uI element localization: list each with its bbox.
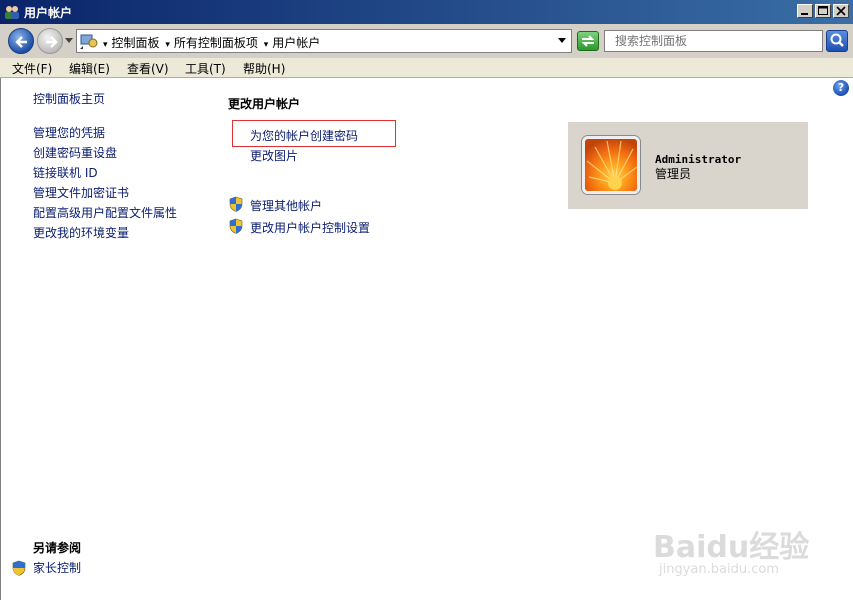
menu-view[interactable]: 查看(V) xyxy=(127,60,169,77)
search-icon xyxy=(830,33,844,47)
refresh-icon xyxy=(581,35,595,47)
sidebar-link-environment-vars[interactable]: 更改我的环境变量 xyxy=(33,224,129,241)
menu-edit[interactable]: 编辑(E) xyxy=(69,60,110,77)
menu-bar: 文件(F) 编辑(E) 查看(V) 工具(T) 帮助(H) xyxy=(0,58,853,78)
change-picture-link[interactable]: 更改图片 xyxy=(250,147,298,164)
arrow-left-icon xyxy=(15,36,27,48)
search-input[interactable] xyxy=(605,31,822,51)
see-also-heading: 另请参阅 xyxy=(33,541,82,555)
breadcrumb-separator-icon[interactable]: ▾ xyxy=(103,40,108,50)
minimize-icon xyxy=(801,13,808,15)
breadcrumb-separator-icon[interactable]: ▾ xyxy=(264,40,269,50)
arrow-right-icon xyxy=(46,36,58,48)
breadcrumb-control-panel[interactable]: 控制面板 xyxy=(112,36,160,50)
menu-file[interactable]: 文件(F) xyxy=(12,60,52,77)
window-controls xyxy=(795,4,849,18)
see-also-parental-controls[interactable]: 家长控制 xyxy=(33,559,81,576)
create-password-link[interactable]: 为您的帐户创建密码 xyxy=(250,127,358,144)
uac-shield-icon xyxy=(229,218,243,234)
address-bar[interactable]: ▾ 控制面板 ▾ 所有控制面板项 ▾ 用户帐户 xyxy=(76,29,572,53)
refresh-button[interactable] xyxy=(577,31,599,51)
title-bar[interactable]: 用户帐户 xyxy=(0,0,853,24)
user-account-panel: Administrator 管理员 xyxy=(568,122,808,209)
search-box[interactable] xyxy=(604,30,823,52)
watermark-logo: Baidu经验 xyxy=(653,530,810,565)
control-panel-icon xyxy=(80,34,98,49)
sidebar-link-online-id[interactable]: 链接联机 ID xyxy=(33,164,98,181)
maximize-button[interactable] xyxy=(815,4,831,18)
forward-button[interactable] xyxy=(37,28,63,54)
back-button[interactable] xyxy=(8,28,34,54)
window: 用户帐户 ▾ 控制面板 ▾ 所有控制面板项 ▾ 用户帐户 搜索控制面板 文件(F… xyxy=(0,0,853,600)
user-role: 管理员 xyxy=(655,167,692,181)
sidebar-link-manage-credentials[interactable]: 管理您的凭据 xyxy=(33,124,105,141)
sidebar-link-profile-properties[interactable]: 配置高级用户配置文件属性 xyxy=(33,204,177,221)
maximize-icon xyxy=(818,6,828,15)
sidebar-home-link[interactable]: 控制面板主页 xyxy=(33,90,105,107)
minimize-button[interactable] xyxy=(797,4,813,18)
flower-picture-icon xyxy=(586,140,637,190)
users-icon xyxy=(5,6,19,19)
help-icon[interactable]: ? xyxy=(833,80,849,96)
breadcrumb-separator-icon[interactable]: ▾ xyxy=(165,40,170,50)
close-button[interactable] xyxy=(833,4,849,18)
breadcrumb-user-accounts[interactable]: 用户帐户 xyxy=(272,36,320,50)
manage-other-accounts-link[interactable]: 管理其他帐户 xyxy=(250,197,322,214)
sidebar-link-encryption-cert[interactable]: 管理文件加密证书 xyxy=(33,184,129,201)
uac-shield-icon xyxy=(12,560,26,576)
navigation-bar: ▾ 控制面板 ▾ 所有控制面板项 ▾ 用户帐户 xyxy=(0,24,853,58)
sidebar-link-password-reset-disk[interactable]: 创建密码重设盘 xyxy=(33,144,117,161)
content-area: ? 控制面板主页 管理您的凭据 创建密码重设盘 链接联机 ID 管理文件加密证书… xyxy=(0,78,853,600)
breadcrumb: ▾ 控制面板 ▾ 所有控制面板项 ▾ 用户帐户 xyxy=(101,34,320,51)
menu-help[interactable]: 帮助(H) xyxy=(243,60,285,77)
breadcrumb-all-items[interactable]: 所有控制面板项 xyxy=(174,36,258,50)
address-dropdown-icon[interactable] xyxy=(558,38,567,44)
baidu-watermark: Baidu经验 jingyan.baidu.com xyxy=(653,508,813,588)
watermark-url: jingyan.baidu.com xyxy=(659,562,779,577)
close-icon xyxy=(836,6,846,16)
menu-tools[interactable]: 工具(T) xyxy=(185,60,226,77)
uac-shield-icon xyxy=(229,196,243,212)
window-title: 用户帐户 xyxy=(24,6,73,20)
search-button[interactable] xyxy=(826,30,848,52)
page-title: 更改用户帐户 xyxy=(228,97,301,111)
avatar xyxy=(582,136,640,194)
uac-settings-link[interactable]: 更改用户帐户控制设置 xyxy=(250,219,370,236)
recent-pages-dropdown-icon[interactable] xyxy=(65,38,74,44)
